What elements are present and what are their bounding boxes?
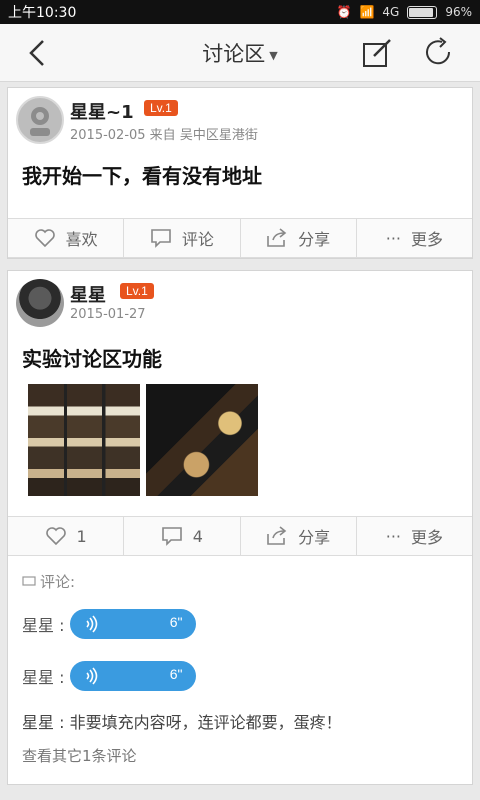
username[interactable]: 星星~1 bbox=[70, 98, 134, 124]
battery-percent: 96% bbox=[445, 5, 472, 19]
voice-message-button[interactable]: 6" bbox=[70, 661, 197, 691]
voice-message-button[interactable]: 6" bbox=[70, 609, 197, 639]
share-label: 分享 bbox=[298, 528, 331, 547]
more-dots-icon: ··· bbox=[385, 526, 401, 546]
comment-icon bbox=[161, 527, 182, 546]
comments-header: 评论: bbox=[22, 571, 75, 592]
page-title-dropdown[interactable]: 讨论区 ▼ bbox=[0, 38, 480, 68]
like-button[interactable]: 喜欢 bbox=[8, 219, 125, 257]
comment-small-icon bbox=[22, 575, 36, 586]
post-photo-2[interactable] bbox=[146, 384, 258, 496]
more-button[interactable]: ··· 更多 bbox=[357, 219, 472, 257]
page-title: 讨论区 bbox=[202, 42, 266, 66]
post-card[interactable]: 星星 Lv.1 2015-01-27 实验讨论区功能 1 4 分享 ··· 更多… bbox=[7, 270, 473, 785]
level-badge: Lv.1 bbox=[144, 100, 178, 116]
sound-wave-icon bbox=[86, 615, 98, 633]
like-button[interactable]: 1 bbox=[8, 517, 125, 555]
comment-author[interactable]: 星星 : bbox=[22, 664, 64, 688]
comment-button[interactable]: 4 bbox=[124, 517, 241, 555]
more-label: 更多 bbox=[411, 528, 444, 547]
comment-label: 评论 bbox=[181, 230, 214, 249]
username[interactable]: 星星 bbox=[70, 281, 106, 307]
more-dots-icon: ··· bbox=[385, 228, 401, 248]
voice-comment: 星星 : 6" bbox=[22, 661, 197, 691]
voice-comment: 星星 : 6" bbox=[22, 609, 197, 639]
post-actions: 1 4 分享 ··· 更多 bbox=[8, 516, 472, 556]
status-time: 上午10:30 bbox=[8, 5, 77, 21]
view-more-comments-link[interactable]: 查看其它1条评论 bbox=[22, 745, 137, 766]
comments-title: 评论: bbox=[40, 573, 76, 591]
voice-duration: 6" bbox=[169, 614, 183, 630]
voice-duration: 6" bbox=[169, 666, 183, 682]
share-icon bbox=[267, 526, 287, 545]
wifi-icon: 📶 bbox=[359, 5, 375, 19]
text-comment: 星星 : 非要填充内容呀，连评论都要，蛋疼！ bbox=[22, 713, 342, 732]
avatar[interactable] bbox=[16, 96, 64, 144]
battery-icon bbox=[407, 5, 438, 19]
post-card[interactable]: 星星~1 Lv.1 2015-02-05 来自 吴中区星港街 我开始一下，看有没… bbox=[7, 87, 473, 259]
avatar[interactable] bbox=[16, 279, 64, 327]
comment-button[interactable]: 评论 bbox=[124, 219, 241, 257]
default-avatar-icon bbox=[30, 107, 50, 136]
edit-icon[interactable] bbox=[360, 36, 394, 70]
refresh-icon[interactable] bbox=[422, 36, 456, 70]
share-icon bbox=[267, 228, 287, 247]
post-meta: 2015-02-05 来自 吴中区星港街 bbox=[70, 128, 258, 143]
level-badge: Lv.1 bbox=[120, 283, 154, 299]
more-label: 更多 bbox=[411, 230, 444, 249]
post-meta: 2015-01-27 bbox=[70, 307, 146, 322]
heart-icon bbox=[45, 527, 66, 546]
nav-bar: 讨论区 ▼ bbox=[0, 24, 480, 82]
sound-wave-icon bbox=[86, 667, 98, 685]
share-label: 分享 bbox=[298, 230, 331, 249]
status-bar: 上午10:30 ⏰ 📶 4G 96% bbox=[0, 0, 480, 24]
like-label: 喜欢 bbox=[65, 230, 98, 249]
heart-icon bbox=[34, 229, 55, 248]
comment-count: 4 bbox=[192, 526, 203, 546]
post-content: 我开始一下，看有没有地址 bbox=[22, 164, 262, 188]
caret-down-icon: ▼ bbox=[269, 48, 278, 62]
post-actions: 喜欢 评论 分享 ··· 更多 bbox=[8, 218, 472, 258]
post-content: 实验讨论区功能 bbox=[22, 347, 162, 371]
share-button[interactable]: 分享 bbox=[241, 219, 357, 257]
post-photo-1[interactable] bbox=[28, 384, 140, 496]
more-button[interactable]: ··· 更多 bbox=[357, 517, 472, 555]
alarm-icon: ⏰ bbox=[336, 5, 352, 19]
like-count: 1 bbox=[76, 526, 87, 546]
share-button[interactable]: 分享 bbox=[241, 517, 357, 555]
comment-icon bbox=[151, 229, 171, 248]
comment-author[interactable]: 星星 : bbox=[22, 612, 64, 636]
signal-text: 4G bbox=[382, 5, 400, 19]
